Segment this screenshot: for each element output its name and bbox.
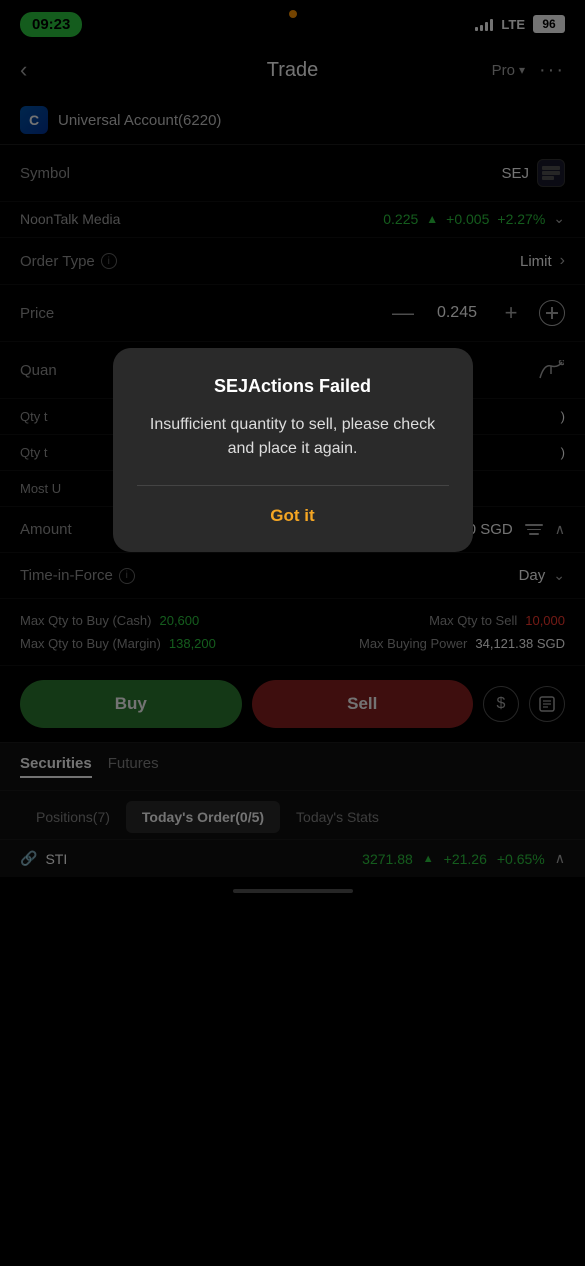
modal-got-it-button[interactable]: Got it <box>137 500 449 532</box>
modal-box: SEJActions Failed Insufficient quantity … <box>113 348 473 552</box>
modal-title: SEJActions Failed <box>137 376 449 397</box>
modal-overlay: SEJActions Failed Insufficient quantity … <box>0 0 585 899</box>
modal-divider <box>137 485 449 486</box>
modal-body: Insufficient quantity to sell, please ch… <box>137 413 449 461</box>
